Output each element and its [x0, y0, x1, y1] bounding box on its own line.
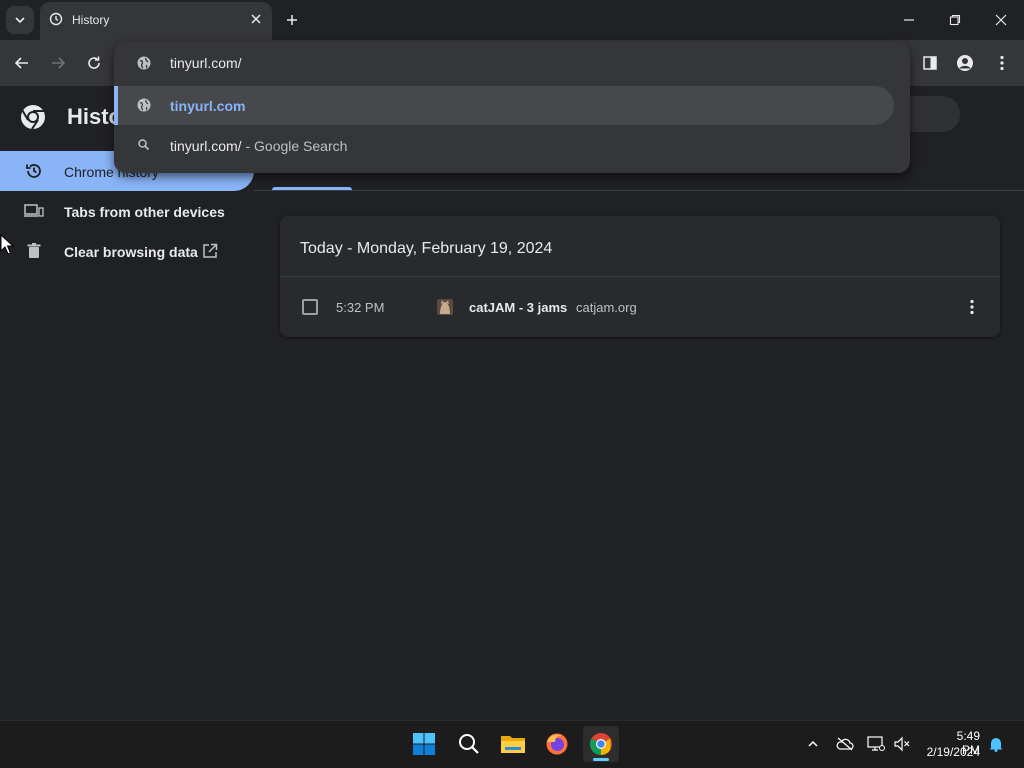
- windows-logo-icon: [413, 733, 435, 755]
- folder-icon: [501, 736, 525, 753]
- chrome-taskbar-button[interactable]: [584, 728, 618, 760]
- network-tray-button[interactable]: [867, 735, 885, 753]
- tabs-divider: [254, 190, 1024, 191]
- search-icon: [138, 139, 150, 151]
- running-app-indicator: [593, 758, 609, 761]
- volume-mute-icon: [894, 736, 910, 752]
- chrome-icon: [590, 733, 612, 755]
- history-entry-menu-button[interactable]: [962, 297, 982, 317]
- profile-icon: [957, 55, 973, 71]
- sidebar-item-tabs-other-devices[interactable]: Tabs from other devices: [64, 204, 225, 220]
- history-entry-checkbox[interactable]: [302, 299, 318, 315]
- tab-search-button[interactable]: [6, 6, 34, 34]
- restore-icon: [949, 14, 961, 26]
- date-header: Today - Monday, February 19, 2024: [300, 240, 553, 257]
- side-panel-button[interactable]: [920, 53, 940, 73]
- omnibox-suggestion-search[interactable]: tinyurl.com/ - Google Search: [170, 138, 347, 154]
- suggestion-query: tinyurl.com/: [170, 138, 242, 154]
- sidebar-item-clear-browsing-data[interactable]: Clear browsing data: [64, 244, 198, 260]
- devices-icon: [24, 201, 44, 221]
- mouse-cursor-icon: [0, 234, 14, 255]
- back-button[interactable]: [12, 53, 32, 73]
- site-favicon-icon: [437, 299, 453, 315]
- chevron-down-icon: [15, 17, 25, 24]
- close-icon: [251, 14, 261, 24]
- chevron-up-icon: [808, 740, 818, 747]
- globe-icon: [137, 56, 151, 70]
- tab-close-button[interactable]: [248, 11, 264, 27]
- trash-icon: [24, 241, 44, 261]
- globe-icon: [137, 98, 151, 112]
- omnibox-suggestion-url: tinyurl.com: [170, 98, 246, 114]
- new-tab-button[interactable]: [283, 11, 301, 29]
- minimize-button[interactable]: [897, 10, 921, 30]
- plus-icon: [287, 15, 297, 25]
- minimize-icon: [904, 19, 914, 21]
- more-vertical-icon: [970, 299, 974, 315]
- notifications-button[interactable]: [987, 735, 1005, 753]
- cloud-off-icon: [836, 737, 854, 751]
- taskbar-clock-date[interactable]: 2/19/2024: [924, 745, 980, 759]
- network-icon: [867, 736, 885, 751]
- history-entry-title-link[interactable]: catJAM - 3 jams: [469, 300, 567, 315]
- volume-tray-button[interactable]: [893, 735, 911, 753]
- reload-icon: [88, 56, 100, 69]
- menu-button[interactable]: [992, 53, 1012, 73]
- history-entry-time: 5:32 PM: [336, 300, 385, 315]
- history-icon: [24, 161, 44, 181]
- profile-button[interactable]: [955, 53, 975, 73]
- card-divider: [280, 276, 1000, 277]
- start-button[interactable]: [407, 728, 441, 760]
- side-panel-icon: [923, 56, 937, 70]
- history-entry-domain: catjam.org: [576, 300, 637, 315]
- firefox-icon: [546, 733, 568, 755]
- suggestion-suffix: - Google Search: [241, 138, 348, 154]
- arrow-left-icon: [14, 57, 28, 69]
- firefox-button[interactable]: [540, 728, 574, 760]
- close-window-button[interactable]: [989, 10, 1013, 30]
- more-vertical-icon: [1000, 55, 1004, 71]
- close-icon: [995, 14, 1007, 26]
- suggestion-focus-bar: [114, 86, 118, 125]
- onedrive-tray-button[interactable]: [836, 735, 854, 753]
- forward-button[interactable]: [48, 53, 68, 73]
- show-hidden-icons-button[interactable]: [804, 735, 822, 753]
- address-bar-input[interactable]: [170, 55, 850, 71]
- tab-title: History: [72, 13, 110, 27]
- chrome-logo-icon: [21, 105, 45, 130]
- restore-button[interactable]: [943, 10, 967, 30]
- file-explorer-button[interactable]: [496, 728, 530, 760]
- open-in-new-icon: [203, 243, 218, 258]
- search-icon: [459, 734, 479, 754]
- reload-button[interactable]: [84, 53, 104, 73]
- arrow-right-icon: [52, 57, 66, 69]
- taskbar-search-button[interactable]: [452, 728, 486, 760]
- history-icon: [49, 12, 63, 26]
- bell-icon: [989, 738, 1003, 752]
